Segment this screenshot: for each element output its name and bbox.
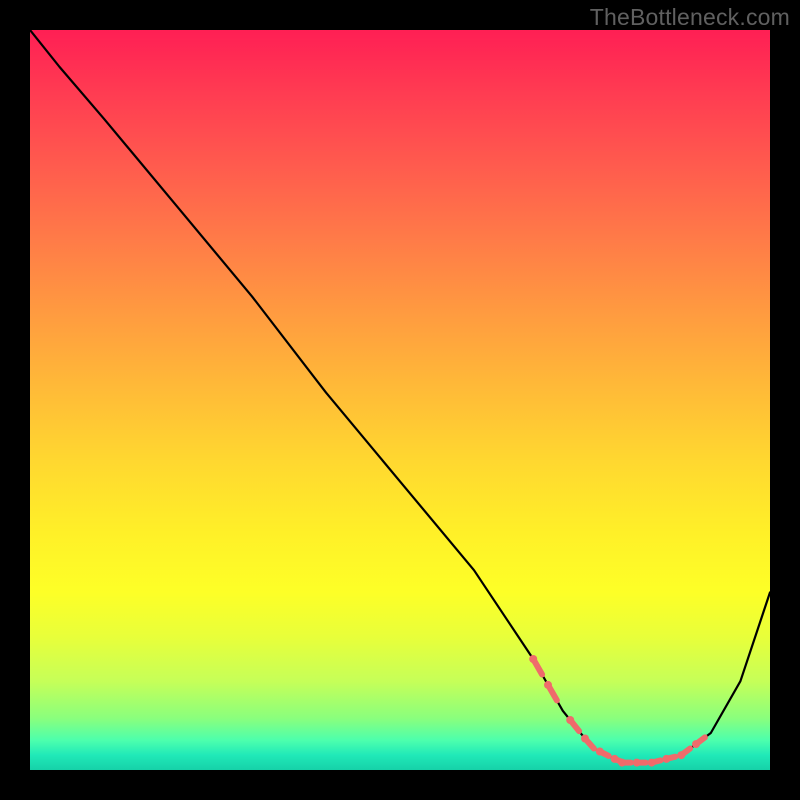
chart-frame: TheBottleneck.com: [0, 0, 800, 800]
curve-line: [30, 30, 770, 763]
marker-dot: [677, 751, 685, 759]
marker-dot: [596, 748, 604, 756]
marker-dot: [618, 759, 626, 767]
bottleneck-curve: [30, 30, 770, 770]
marker-dot: [566, 716, 574, 724]
marker-dot: [633, 759, 641, 767]
marker-dot: [581, 735, 589, 743]
marker-dot: [544, 681, 552, 689]
flat-zone-markers: [529, 655, 705, 767]
plot-area: [30, 30, 770, 770]
marker-dot: [611, 755, 619, 763]
marker-dot: [529, 655, 537, 663]
marker-dot: [692, 740, 700, 748]
watermark-label: TheBottleneck.com: [590, 4, 790, 31]
marker-dot: [662, 755, 670, 763]
marker-dot: [648, 759, 656, 767]
